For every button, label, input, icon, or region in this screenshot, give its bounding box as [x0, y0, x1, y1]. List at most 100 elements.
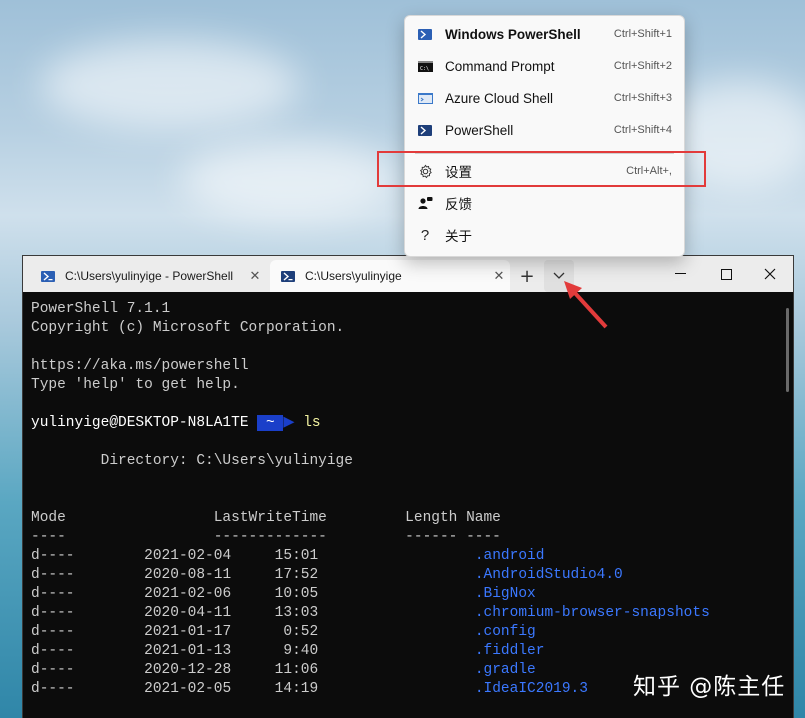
tab-active[interactable]: C:\Users\yulinyige ✕: [270, 260, 510, 292]
tab-close-button[interactable]: ✕: [244, 268, 266, 284]
row-date: 2021-01-17: [144, 624, 232, 640]
console-line: PowerShell 7.1.1: [31, 301, 171, 317]
powershell-icon: [281, 270, 295, 282]
listing-row: d---- 2020-04-11 13:03 .chromium-browser…: [31, 604, 771, 623]
prompt-line: yulinyige@DESKTOP-N8LA1TE ~ ▶ ls: [31, 414, 771, 433]
console-blank: [31, 433, 771, 452]
console-line: Copyright (c) Microsoft Corporation.: [31, 320, 345, 336]
menu-item-label: PowerShell: [445, 122, 514, 138]
maximize-button[interactable]: [703, 256, 749, 292]
menu-item-shortcut: Ctrl+Shift+4: [613, 124, 672, 136]
row-date: 2020-12-28: [144, 662, 232, 678]
listing-row: d---- 2020-08-11 17:52 .AndroidStudio4.0: [31, 566, 771, 585]
menu-item-azure-cloud-shell[interactable]: Azure Cloud Shell Ctrl+Shift+3: [405, 82, 684, 114]
new-tab-dropdown-menu: Windows PowerShell Ctrl+Shift+1 C:\ Comm…: [404, 15, 685, 257]
feedback-icon: [417, 196, 433, 210]
row-mode: d----: [31, 586, 75, 602]
cmd-icon: C:\: [417, 59, 433, 73]
minimize-button[interactable]: [657, 256, 703, 292]
row-time: 9:40: [274, 643, 319, 659]
menu-item-label: Windows PowerShell: [445, 26, 581, 42]
menu-item-command-prompt[interactable]: C:\ Command Prompt Ctrl+Shift+2: [405, 50, 684, 82]
row-time: 11:06: [274, 662, 319, 678]
row-mode: d----: [31, 605, 75, 621]
tab-powershell[interactable]: C:\Users\yulinyige - PowerShell ✕: [30, 260, 266, 292]
menu-item-shortcut: Ctrl+Shift+1: [613, 28, 672, 40]
row-time: 15:01: [274, 548, 319, 564]
console-blank: [31, 395, 771, 414]
prompt-separator-icon: ▶: [283, 415, 295, 431]
console-blank: [31, 338, 771, 357]
new-tab-button[interactable]: +: [512, 260, 542, 292]
tab-label: C:\Users\yulinyige - PowerShell: [65, 269, 234, 283]
red-arrow-annotation: [564, 281, 608, 329]
row-time: 14:19: [274, 681, 319, 697]
console-line: Directory: C:\Users\yulinyige: [31, 453, 353, 469]
console-output[interactable]: PowerShell 7.1.1 Copyright (c) Microsoft …: [31, 300, 771, 699]
maximize-icon: [720, 268, 732, 280]
row-name: .chromium-browser-snapshots: [474, 605, 710, 621]
tab-close-button[interactable]: ✕: [488, 268, 510, 284]
menu-item-about[interactable]: ? 关于: [405, 219, 684, 251]
row-mode: d----: [31, 662, 75, 678]
scrollbar[interactable]: [786, 308, 789, 392]
listing-header: Mode LastWriteTime Length Name: [31, 510, 501, 526]
title-bar: C:\Users\yulinyige - PowerShell ✕ C:\Use…: [23, 256, 793, 292]
prompt-user: yulinyige@DESKTOP-N8LA1TE: [31, 415, 249, 431]
console-line: https://aka.ms/powershell: [31, 358, 249, 374]
row-mode: d----: [31, 681, 75, 697]
row-mode: d----: [31, 643, 75, 659]
azure-icon: [417, 91, 433, 105]
row-date: 2021-02-05: [144, 681, 232, 697]
menu-item-label: 反馈: [445, 197, 472, 212]
row-name: .android: [474, 548, 545, 564]
row-date: 2021-01-13: [144, 643, 232, 659]
prompt-command: ls: [303, 415, 321, 431]
row-time: 10:05: [274, 586, 319, 602]
row-time: 13:03: [274, 605, 319, 621]
close-icon: [764, 268, 776, 280]
row-time: 17:52: [274, 567, 319, 583]
row-mode: d----: [31, 624, 75, 640]
console-line: Type 'help' to get help.: [31, 377, 240, 393]
row-name: .gradle: [474, 662, 536, 678]
console-blank: [31, 490, 771, 509]
menu-item-feedback[interactable]: 反馈: [405, 187, 684, 219]
listing-row: d---- 2021-01-13 9:40 .fiddler: [31, 642, 771, 661]
row-name: .BigNox: [474, 586, 536, 602]
row-date: 2020-04-11: [144, 605, 232, 621]
watermark: 知乎 @陈主任: [633, 674, 786, 700]
powershell-icon: [41, 270, 55, 282]
listing-row: d---- 2021-02-06 10:05 .BigNox: [31, 585, 771, 604]
menu-item-shortcut: Ctrl+Shift+2: [613, 60, 672, 72]
menu-item-label: 关于: [445, 229, 472, 244]
menu-item-powershell[interactable]: PowerShell Ctrl+Shift+4: [405, 114, 684, 146]
row-name: .IdeaIC2019.3: [474, 681, 588, 697]
tab-label: C:\Users\yulinyige: [305, 269, 402, 283]
prompt-directory: ~: [257, 415, 284, 431]
row-date: 2021-02-06: [144, 586, 232, 602]
menu-item-windows-powershell[interactable]: Windows PowerShell Ctrl+Shift+1: [405, 18, 684, 50]
row-mode: d----: [31, 548, 75, 564]
row-name: .fiddler: [474, 643, 545, 659]
menu-item-shortcut: Ctrl+Shift+3: [613, 92, 672, 104]
menu-item-label: Azure Cloud Shell: [445, 90, 554, 106]
row-date: 2020-08-11: [144, 567, 232, 583]
listing-header-rule: ---- ------------- ------ ----: [31, 529, 501, 545]
minimize-icon: [674, 273, 686, 274]
background-cloud: [40, 40, 300, 130]
row-name: .config: [474, 624, 536, 640]
row-mode: d----: [31, 567, 75, 583]
powershell-icon: [417, 123, 433, 137]
background-cloud: [180, 140, 400, 220]
svg-text:C:\: C:\: [420, 66, 429, 72]
console-blank: [31, 471, 771, 490]
row-date: 2021-02-04: [144, 548, 232, 564]
close-window-button[interactable]: [747, 256, 793, 292]
terminal-window: C:\Users\yulinyige - PowerShell ✕ C:\Use…: [23, 256, 793, 718]
listing-row: d---- 2021-02-04 15:01 .android: [31, 547, 771, 566]
powershell-icon: [417, 27, 433, 41]
highlight-box: [377, 151, 706, 187]
row-name: .AndroidStudio4.0: [474, 567, 623, 583]
menu-item-label: Command Prompt: [445, 58, 555, 74]
